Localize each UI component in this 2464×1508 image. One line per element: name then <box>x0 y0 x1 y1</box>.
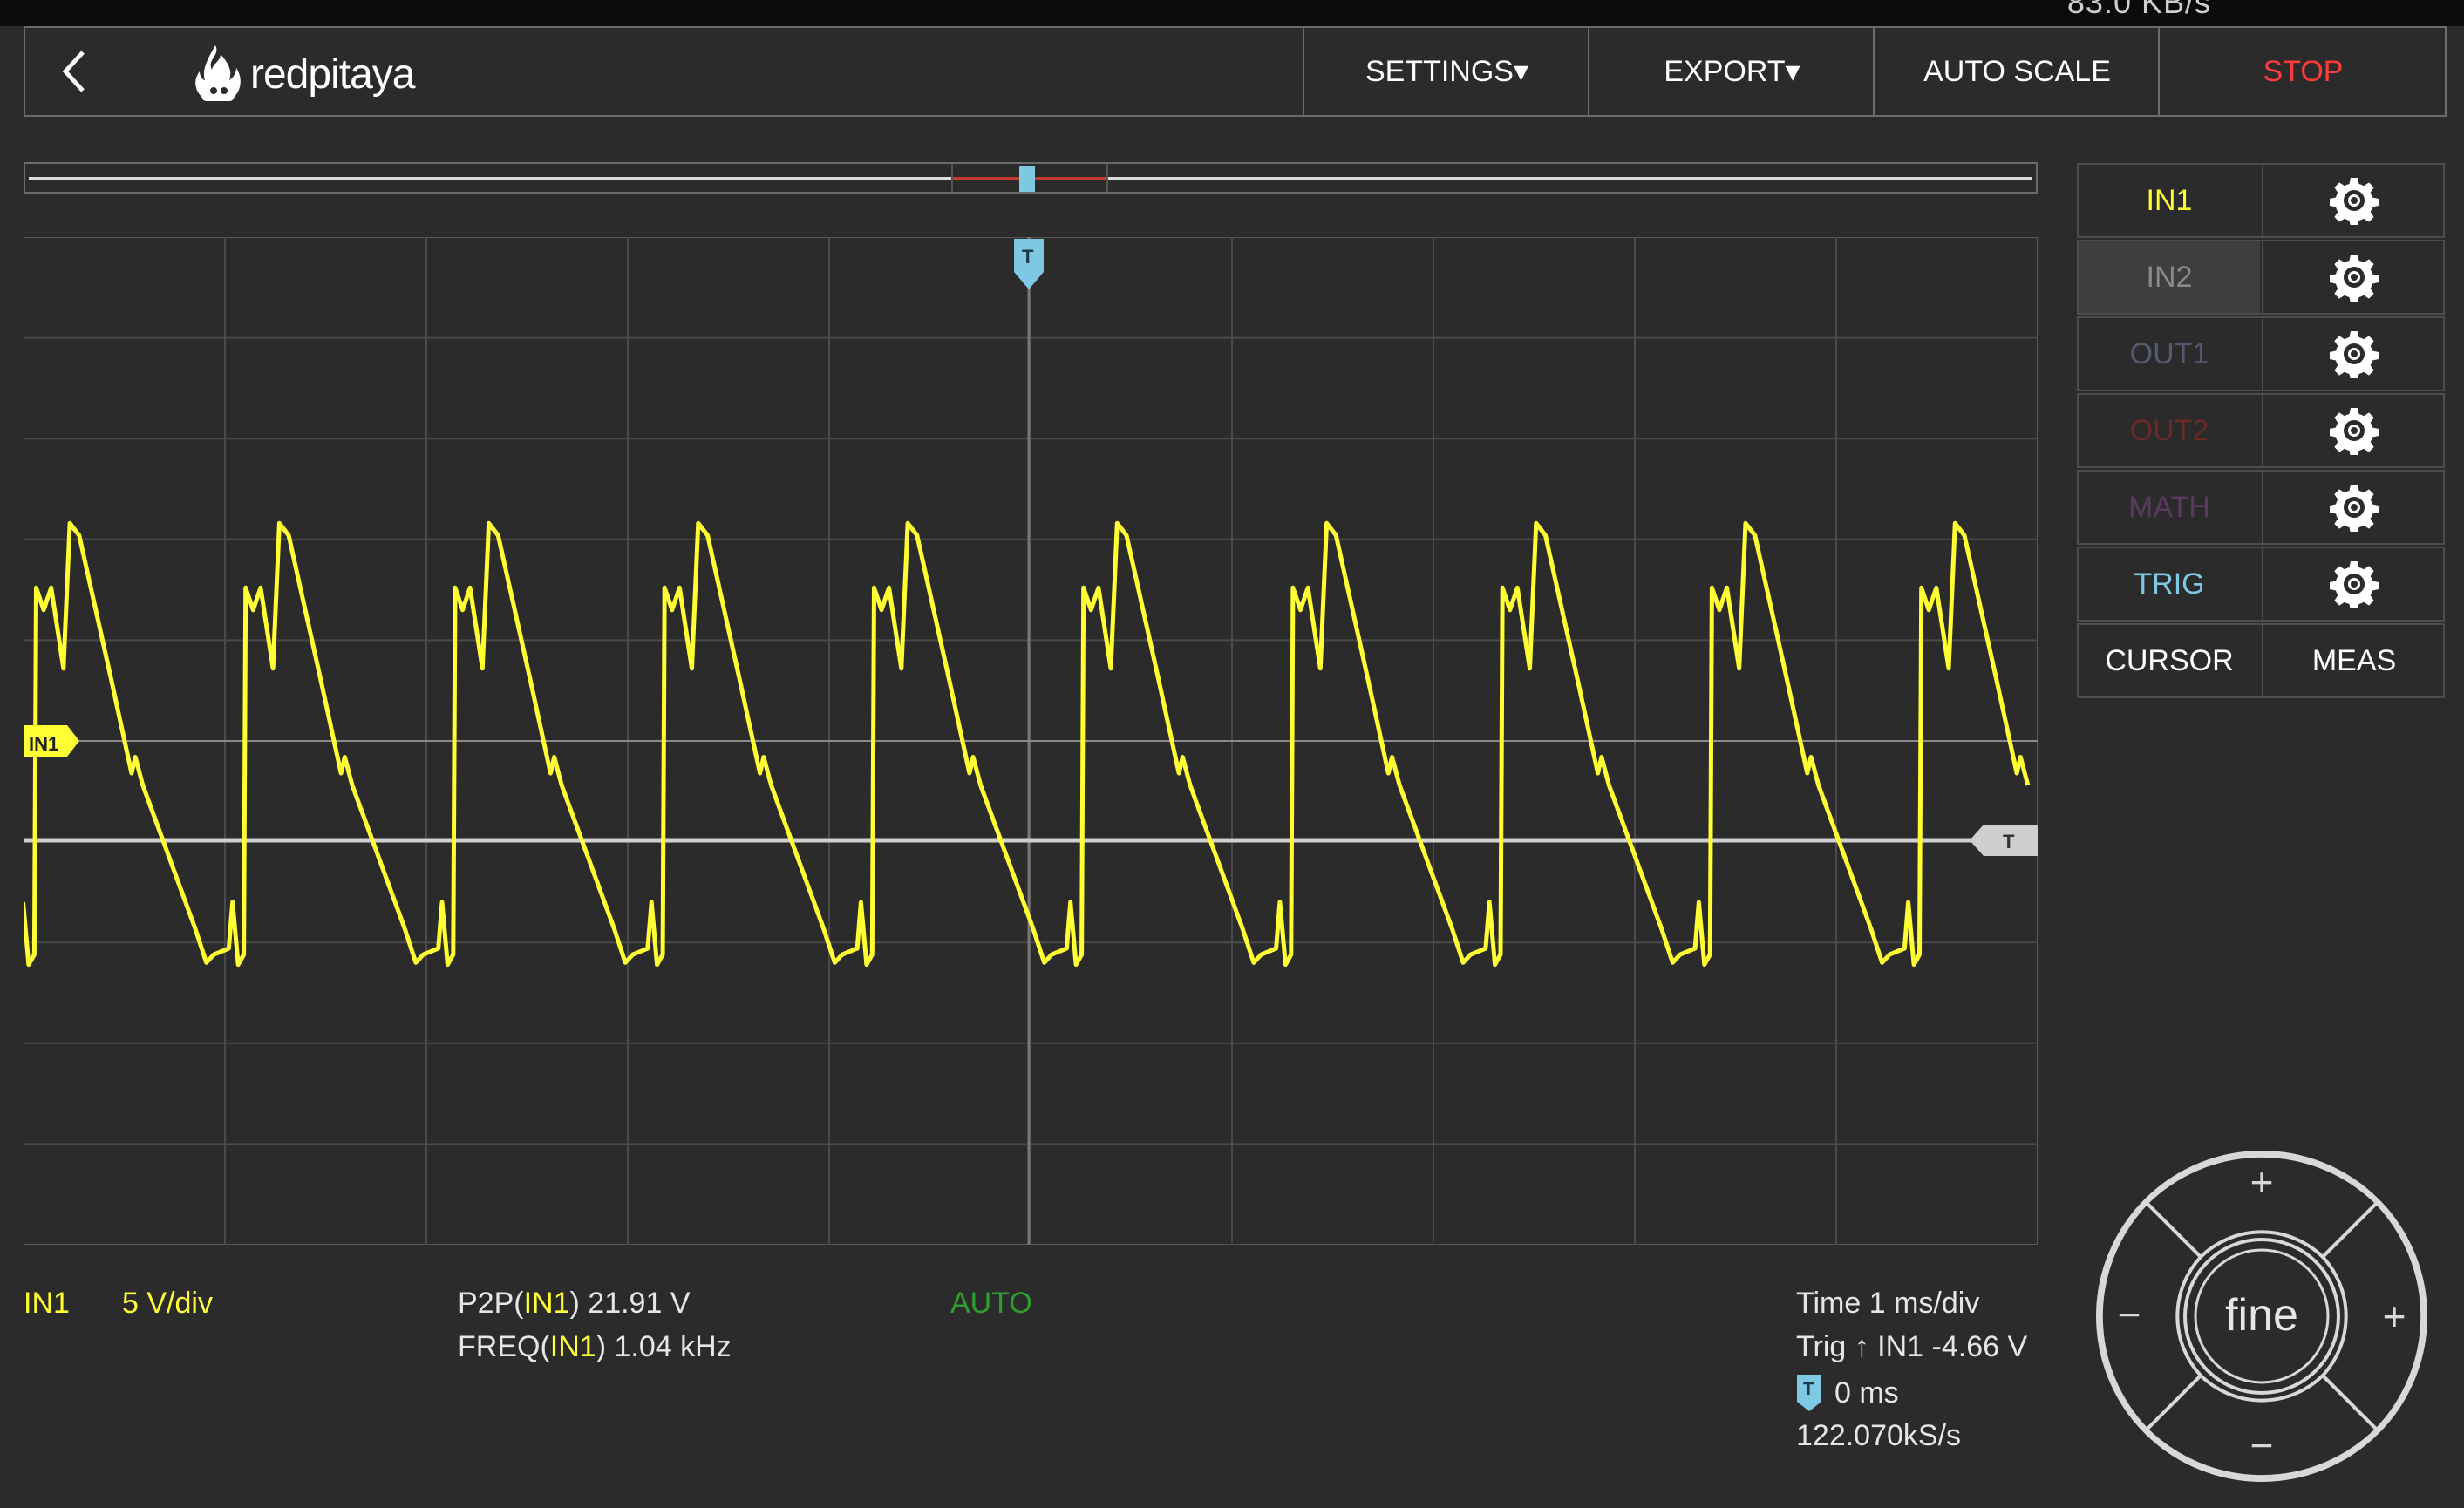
time-navigator[interactable] <box>24 162 2038 194</box>
gear-icon <box>2330 561 2379 608</box>
top-status-strip: 83.0 KB/s <box>0 0 2464 26</box>
gear-icon <box>2330 255 2379 302</box>
svg-text:−: − <box>2118 1292 2141 1337</box>
channel-in1-button[interactable]: IN1 <box>2079 165 2260 236</box>
trigger-time-icon: T <box>1797 1375 1821 1411</box>
settings-button[interactable]: SETTINGS▾ <box>1303 28 1589 115</box>
network-rate: 83.0 KB/s <box>2066 0 2211 20</box>
trigger-level-marker[interactable]: T <box>1970 825 2038 856</box>
channel-out2-button[interactable]: OUT2 <box>2079 395 2260 466</box>
channel-label: IN1 <box>24 1287 70 1320</box>
gear-icon <box>2330 331 2379 378</box>
channel-in1-settings-button[interactable] <box>2262 165 2445 236</box>
time-offset: T 0 ms <box>1796 1374 1899 1412</box>
gear-icon <box>2330 178 2379 225</box>
svg-text:T: T <box>1803 1380 1814 1399</box>
svg-text:+: + <box>2250 1159 2274 1205</box>
channel-math-button[interactable]: MATH <box>2079 472 2260 543</box>
trigger-info: Trig ↑ IN1 -4.66 V <box>1796 1330 2028 1363</box>
stop-button[interactable]: STOP <box>2158 28 2447 115</box>
svg-text:IN1: IN1 <box>29 733 58 755</box>
channel-row-in2: IN2 <box>2077 240 2445 315</box>
time-scale: Time 1 ms/div <box>1796 1287 1980 1320</box>
channel-out1-settings-button[interactable] <box>2262 318 2445 390</box>
channel-math-settings-button[interactable] <box>2262 472 2445 543</box>
channel-row-out1: OUT1 <box>2077 316 2445 391</box>
scale-control-pad: + − − + fine <box>2096 1151 2427 1482</box>
gear-icon <box>2330 485 2379 532</box>
flame-logo-icon <box>195 45 241 101</box>
svg-text:T: T <box>1022 246 1034 268</box>
svg-text:T: T <box>2003 831 2015 852</box>
p2p-measurement: P2P(IN1) 21.91 V <box>458 1287 691 1320</box>
channel-in2-settings-button[interactable] <box>2262 241 2445 313</box>
channel-row-trig: TRIG <box>2077 547 2445 622</box>
channel-in2-button[interactable]: IN2 <box>2079 241 2260 313</box>
trigger-mode-status: AUTO <box>950 1287 1032 1320</box>
freq-measurement: FREQ(IN1) 1.04 kHz <box>458 1330 732 1363</box>
logo-text: redpitaya <box>250 51 415 98</box>
toolbar: redpitaya SETTINGS▾ EXPORT▾ AUTO SCALE S… <box>24 26 2447 117</box>
svg-text:fine: fine <box>2225 1290 2298 1341</box>
gear-icon <box>2330 408 2379 455</box>
export-button[interactable]: EXPORT▾ <box>1588 28 1875 115</box>
channel-row-math: MATH <box>2077 470 2445 545</box>
sample-rate: 122.070kS/s <box>1796 1419 1962 1452</box>
svg-text:−: − <box>2250 1423 2274 1468</box>
channel-out1-button[interactable]: OUT1 <box>2079 318 2260 390</box>
back-button[interactable] <box>50 45 102 98</box>
meas-button[interactable]: MEAS <box>2262 625 2445 696</box>
trigger-settings-button[interactable] <box>2262 548 2445 620</box>
channel-row-out2: OUT2 <box>2077 393 2445 468</box>
oscilloscope-plot[interactable]: IN1 T T <box>24 237 2038 1245</box>
svg-text:+: + <box>2383 1294 2406 1339</box>
auto-scale-button[interactable]: AUTO SCALE <box>1873 28 2160 115</box>
trigger-button[interactable]: TRIG <box>2079 548 2260 620</box>
tools-row: CURSOR MEAS <box>2077 623 2445 698</box>
channel-row-in1: IN1 <box>2077 163 2445 238</box>
navigator-handle[interactable] <box>1019 166 1035 192</box>
chevron-left-icon <box>62 51 85 92</box>
volts-per-div: 5 V/div <box>122 1287 213 1320</box>
fine-button[interactable]: fine <box>2183 1238 2340 1395</box>
cursor-button[interactable]: CURSOR <box>2079 625 2260 696</box>
channel-out2-settings-button[interactable] <box>2262 395 2445 466</box>
redpitaya-logo[interactable]: redpitaya <box>189 44 415 105</box>
